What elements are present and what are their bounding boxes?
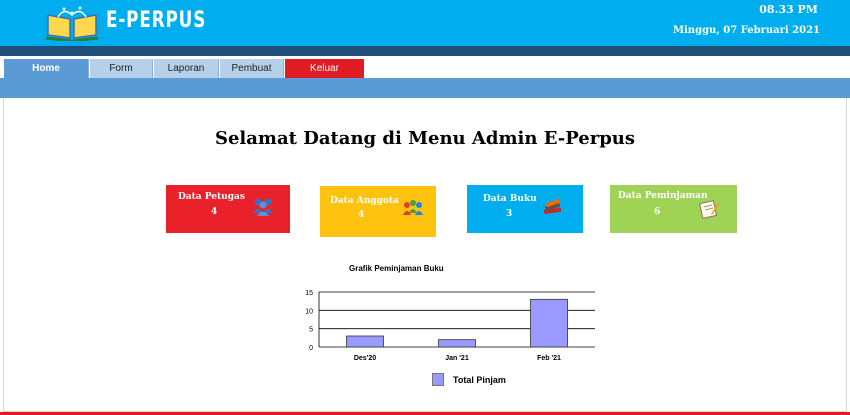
bar-chart: 0 5 10 15 Des'20 Jan '21 Feb '21 xyxy=(305,290,595,362)
legend-swatch xyxy=(432,373,444,386)
bar xyxy=(346,335,384,348)
x-tick-label: Feb '21 xyxy=(537,355,561,362)
y-tick-label: 15 xyxy=(305,290,313,297)
x-tick-label: Des'20 xyxy=(354,355,376,362)
legend-label: Total Pinjam xyxy=(453,375,506,385)
bar xyxy=(438,339,476,348)
y-tick-label: 10 xyxy=(305,308,313,315)
y-tick-label: 5 xyxy=(309,327,313,334)
bar xyxy=(530,298,568,348)
y-tick-label: 0 xyxy=(309,345,313,352)
x-tick-label: Jan '21 xyxy=(445,355,469,362)
